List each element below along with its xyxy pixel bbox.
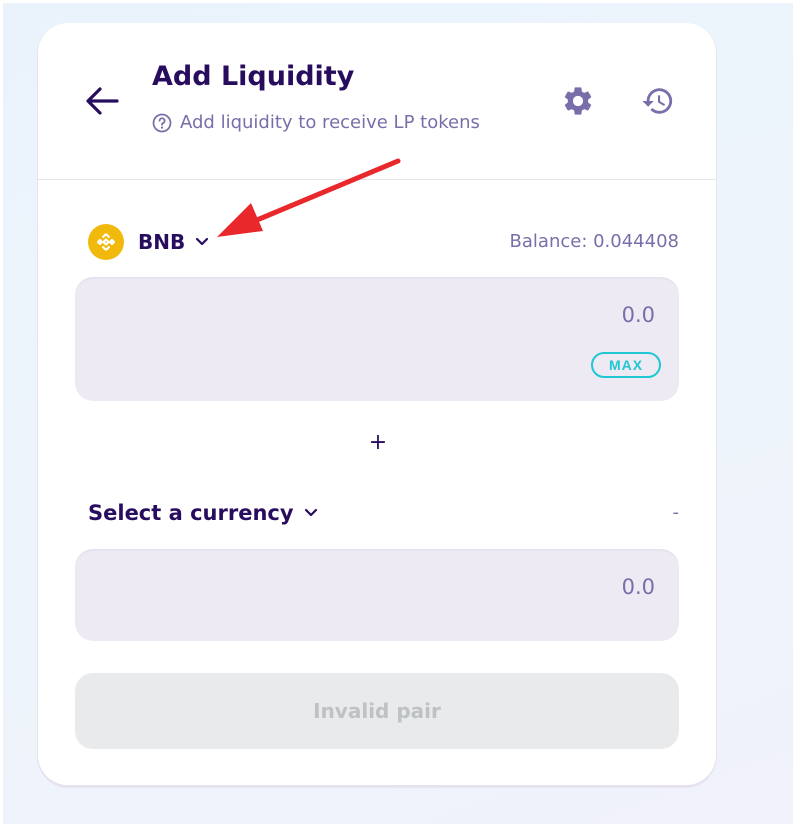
max-button[interactable]: MAX	[591, 352, 661, 378]
back-arrow-icon	[86, 87, 119, 115]
add-liquidity-card: Add Liquidity Add liquidity to receive L…	[38, 23, 716, 785]
token-a-selector[interactable]: BNB	[88, 222, 209, 262]
bnb-logo-icon	[88, 224, 124, 260]
annotation-arrow-icon	[217, 158, 401, 237]
help-circle-icon[interactable]	[152, 113, 172, 133]
plus-icon: +	[368, 430, 388, 455]
token-a-amount-panel[interactable]: 0.0 MAX	[75, 277, 679, 401]
subtitle-text: Add liquidity to receive LP tokens	[180, 112, 480, 133]
page-title: Add Liquidity	[152, 61, 355, 92]
gear-icon	[564, 87, 592, 115]
token-b-balance: -	[672, 502, 680, 523]
token-a-balance: Balance: 0.044408	[509, 231, 679, 252]
token-a-symbol: BNB	[138, 230, 186, 254]
back-button[interactable]	[82, 81, 122, 121]
history-icon	[642, 88, 673, 114]
invalid-pair-button: Invalid pair	[75, 673, 679, 749]
token-b-amount-input[interactable]: 0.0	[622, 575, 655, 599]
recent-transactions-button[interactable]	[640, 83, 676, 119]
chevron-down-icon	[195, 237, 209, 247]
token-a-amount-input[interactable]: 0.0	[622, 303, 655, 327]
token-b-selector[interactable]: Select a currency	[88, 501, 318, 525]
settings-button[interactable]	[560, 83, 596, 119]
page-subtitle: Add liquidity to receive LP tokens	[152, 112, 480, 133]
chevron-down-icon	[304, 508, 318, 518]
token-b-amount-panel[interactable]: 0.0	[75, 549, 679, 641]
select-currency-label: Select a currency	[88, 501, 294, 525]
